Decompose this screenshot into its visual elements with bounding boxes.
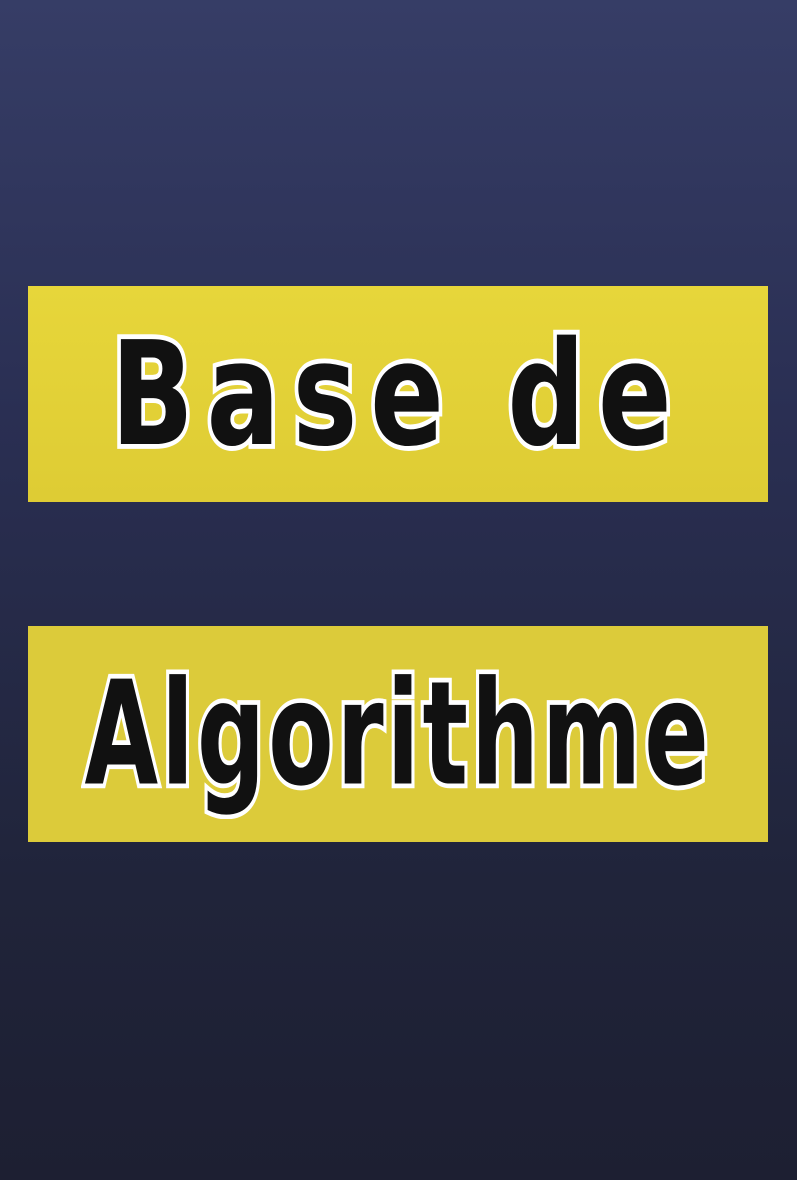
title-line-1: Base de — [108, 309, 685, 479]
book-cover: Base de Algorithme — [0, 0, 797, 1180]
title-band-top: Base de — [28, 286, 768, 502]
title-band-bottom: Algorithme — [28, 626, 768, 842]
title-line-2: Algorithme — [81, 650, 712, 818]
